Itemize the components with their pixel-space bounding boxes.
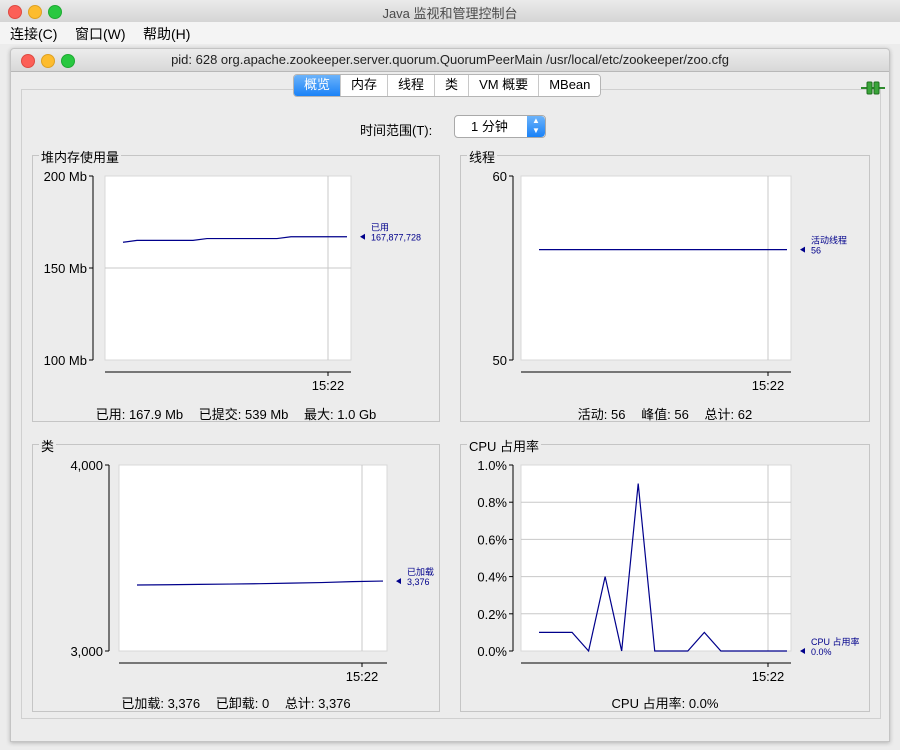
footer-classes-total-value: 3,376: [318, 696, 351, 711]
tab-memory[interactable]: 内存: [341, 75, 389, 96]
y-tick-label: 100 Mb: [44, 353, 87, 368]
x-tick-label: 15:22: [752, 669, 785, 684]
footer-total-label: 总计:: [704, 407, 735, 422]
connection-window: pid: 628 org.apache.zookeeper.server.quo…: [10, 48, 890, 742]
connection-title: pid: 628 org.apache.zookeeper.server.quo…: [171, 52, 729, 67]
x-tick-label: 15:22: [752, 378, 785, 393]
y-tick-label: 60: [493, 169, 507, 184]
menu-window[interactable]: 窗口(W): [75, 24, 126, 44]
threads-chart: 15:22 60 50 活动线程56: [493, 169, 847, 393]
heap-memory-chart: 15:22 200 Mb 150 Mb 100 Mb 已用167,877,728: [44, 169, 421, 393]
series-name-label: CPU 占用率: [811, 636, 860, 647]
y-tick-label: 0.6%: [477, 532, 507, 547]
heap-memory-panel: 堆内存使用量 15:22 200 Mb 150 Mb 100 Mb 已用 167,877,…: [32, 147, 440, 423]
series-name-label: 活动线程: [811, 235, 847, 246]
footer-max-label: 最大:: [304, 407, 334, 422]
tab-overview[interactable]: 概览: [294, 75, 342, 96]
series-name-label: 已加载: [407, 566, 434, 577]
y-tick-label: 0.2%: [477, 607, 507, 622]
classes-chart: 15:22 4,000 3,000 已加载3,376: [70, 458, 434, 684]
y-tick-label: 50: [493, 353, 507, 368]
footer-unloaded-value: 0: [262, 696, 270, 711]
overview-panel: 时间范围(T): 1 分钟 ▲ ▼ 堆内存使用量 15:22 200 Mb 150 M…: [21, 89, 881, 719]
y-tick-label: 3,000: [70, 644, 103, 659]
classes-panel: 类 15:22 4,000 3,000 已加载 3,376 已加载: 3,376 已卸载…: [32, 436, 440, 712]
y-tick-label: 150 Mb: [44, 261, 87, 276]
cpu-usage-chart: 15:221.0%0.8%0.6%0.4%0.2%0.0%CPU 占用率0.0%: [477, 458, 860, 684]
series-value-label: 0.0%: [811, 647, 832, 657]
classes-footer: 已加载: 3,376 已卸载: 0 总计: 3,376: [33, 693, 439, 712]
tab-threads[interactable]: 线程: [388, 75, 436, 96]
series-marker: [800, 246, 805, 253]
footer-cpu-label: CPU 占用率:: [611, 696, 686, 711]
time-range-select[interactable]: 1 分钟 ▲ ▼: [454, 115, 546, 138]
app-window-title: Java 监视和管理控制台: [382, 6, 518, 21]
footer-used-value: 167.9 Mb: [128, 407, 184, 422]
footer-live-value: 56: [611, 407, 626, 422]
footer-committed-value: 539 Mb: [245, 407, 289, 422]
y-tick-label: 1.0%: [477, 458, 507, 473]
plot-area: [520, 175, 792, 361]
series-marker: [396, 578, 401, 585]
cpu-usage-footer: CPU 占用率: 0.0%: [461, 693, 869, 712]
outer-titlebar: Java 监视和管理控制台: [0, 0, 900, 23]
footer-used-label: 已用:: [95, 407, 126, 422]
heap-memory-footer: 已用: 167.9 Mb 已提交: 539 Mb 最大: 1.0 Gb: [33, 404, 439, 423]
x-tick-label: 15:22: [312, 378, 345, 393]
footer-unloaded-label: 已卸载:: [215, 696, 259, 711]
menu-help[interactable]: 帮助(H): [143, 24, 190, 44]
series-marker: [360, 233, 365, 240]
y-tick-label: 200 Mb: [44, 169, 87, 184]
threads-panel: 线程 15:22 60 50 活动线程 56 活动: 56 峰值: 56 总计: 62: [460, 147, 870, 423]
series-value-label: 167,877,728: [371, 233, 421, 243]
menu-bar: 连接(C) 窗口(W) 帮助(H): [0, 22, 900, 44]
footer-peak-label: 峰值:: [641, 407, 671, 422]
series-value-label: 56: [811, 246, 821, 256]
tab-bar: 概览 内存 线程 类 VM 概要 MBean: [293, 74, 602, 97]
tab-vm-summary[interactable]: VM 概要: [469, 75, 540, 96]
tab-mbean[interactable]: MBean: [539, 75, 601, 96]
footer-committed-label: 已提交:: [198, 407, 242, 422]
y-tick-label: 0.8%: [477, 495, 507, 510]
series-marker: [800, 648, 805, 654]
menu-connection[interactable]: 连接(C): [10, 24, 57, 44]
chevron-up-down-icon: ▲ ▼: [527, 116, 545, 137]
connection-status-icon[interactable]: [861, 81, 885, 98]
cpu-usage-panel: CPU 占用率 15:22 1.0% 0.8% 0.6% 0.4% 0.2% 0.0% CPU…: [460, 436, 870, 712]
footer-live-label: 活动:: [577, 407, 608, 422]
y-tick-label: 4,000: [70, 458, 103, 473]
footer-max-value: 1.0 Gb: [337, 407, 377, 422]
plot-area: [520, 464, 792, 652]
footer-loaded-label: 已加载:: [121, 696, 164, 711]
time-range-label: 时间范围(T):: [360, 123, 433, 138]
footer-cpu-value: 0.0%: [688, 696, 719, 711]
threads-footer: 活动: 56 峰值: 56 总计: 62: [461, 404, 869, 423]
time-range-value: 1 分钟: [471, 119, 508, 134]
footer-loaded-value: 3,376: [167, 696, 201, 711]
plot-area: [118, 464, 388, 652]
x-tick-label: 15:22: [346, 669, 379, 684]
footer-total-value: 62: [737, 407, 753, 422]
tab-classes[interactable]: 类: [435, 75, 470, 96]
y-tick-label: 0.4%: [477, 570, 507, 585]
footer-classes-total-label: 总计:: [284, 696, 315, 711]
y-tick-label: 0.0%: [477, 644, 507, 659]
footer-peak-value: 56: [674, 407, 689, 422]
series-name-label: 已用: [371, 223, 389, 233]
connection-titlebar: pid: 628 org.apache.zookeeper.server.quo…: [11, 49, 889, 72]
series-value-label: 3,376: [407, 577, 430, 587]
